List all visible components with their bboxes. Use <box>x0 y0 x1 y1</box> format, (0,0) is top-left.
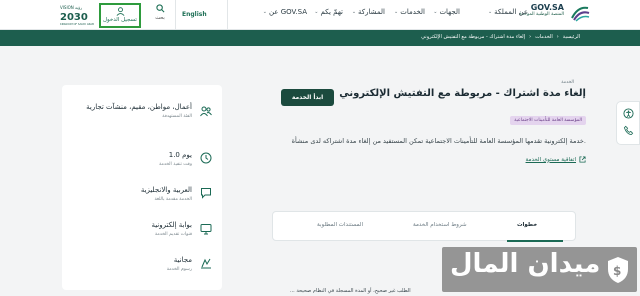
language-switch[interactable]: English <box>182 11 207 18</box>
svg-text:VISION رؤية: VISION رؤية <box>60 5 82 10</box>
language-label: الخدمة مقدمة باللغة <box>154 197 192 202</box>
duration-info: 1.0 يوم وقت تنفيذ الخدمة <box>82 150 192 167</box>
top-header: GOV.SA المنصة الوطنية الموحدة ⌄ عن الممل… <box>0 0 640 30</box>
target-audience-info: أعمال، مواطن، مقيم، منشآت تجارية الفئة ا… <box>82 102 192 119</box>
tab-documents[interactable]: المستندات المطلوبة <box>317 222 363 228</box>
breadcrumb-separator: ‹ <box>556 34 559 40</box>
duration-label: وقت تنفيذ الخدمة <box>159 162 192 167</box>
agency-tag[interactable]: المؤسسة العامة للتأمينات الاجتماعية <box>510 116 586 125</box>
users-icon <box>200 106 212 117</box>
svg-text:2030: 2030 <box>60 12 88 23</box>
search-icon <box>155 4 164 13</box>
gov-sa-logo-icon <box>571 6 590 22</box>
fee-icon <box>201 258 211 269</box>
steps-text-excerpt: ... الطلب غير صحيح، أو المدة المسجلة في … <box>290 288 411 294</box>
watermark-overlay: ميدان المال $ <box>442 247 637 292</box>
chevron-down-icon: ⌄ <box>351 9 357 15</box>
nav-about-kingdom[interactable]: ⌄ عن المملكة <box>488 8 528 16</box>
chevron-down-icon: ⌄ <box>262 9 267 15</box>
language-info: العربية والانجليزية الخدمة مقدمة باللغة <box>82 185 192 202</box>
login-button[interactable]: تسجيل الدخول <box>99 3 141 28</box>
target-audience-label: الفئة المستهدفة <box>162 114 192 119</box>
header-divider <box>175 0 176 30</box>
login-label: تسجيل الدخول <box>103 17 137 23</box>
tab-steps[interactable]: خطوات <box>517 222 537 228</box>
language-value: العربية والانجليزية <box>140 186 192 194</box>
vision-2030-logo: VISION رؤية 2030 KINGDOM OF SAUDI ARABIA <box>60 5 94 26</box>
breadcrumb-separator: ‹ <box>529 34 532 40</box>
page-title: إلغاء مدة اشتراك - مربوطة مع التفتيش الإ… <box>339 88 586 99</box>
external-link-icon <box>579 156 586 163</box>
svg-text:KINGDOM OF SAUDI ARABIA: KINGDOM OF SAUDI ARABIA <box>60 22 94 26</box>
chevron-down-icon: ⌄ <box>433 9 438 15</box>
channel-info: بوابة إلكترونية قنوات تقديم الخدمة <box>82 220 192 237</box>
nav-about-gov[interactable]: ⌄ عن GOV.SA <box>263 8 307 16</box>
channel-label: قنوات تقديم الخدمة <box>154 232 192 237</box>
breadcrumb-home[interactable]: الرئيسية <box>563 34 580 40</box>
user-icon <box>116 7 124 16</box>
nav-interest[interactable]: ⌄ تهمّ يكم <box>314 8 343 16</box>
breadcrumb-current: إلغاء مدة اشتراك - مربوطة مع التفتيش الإ… <box>421 34 526 40</box>
nav-entities[interactable]: ⌄ الجهات <box>433 8 460 16</box>
service-description: خدمة إلكترونية تقدمها المؤسسة العامة للت… <box>291 137 586 145</box>
tab-terms[interactable]: شروط استخدام الخدمة <box>413 222 467 228</box>
service-info-card: أعمال، مواطن، مقيم، منشآت تجارية الفئة ا… <box>62 85 222 290</box>
fee-info: مجانية رسوم الخدمة <box>82 255 192 272</box>
money-bag-icon: $ <box>608 257 628 283</box>
chevron-down-icon: ⌄ <box>314 9 319 15</box>
nav-participation[interactable]: ⌄ المشاركة <box>352 8 385 16</box>
service-tabs: خطوات شروط استخدام الخدمة المستندات المط… <box>272 211 576 242</box>
header-divider <box>227 0 228 30</box>
fee-value: مجانية <box>173 256 192 264</box>
breadcrumb-services[interactable]: الخدمات <box>535 34 553 40</box>
nav-services[interactable]: ⌄ الخدمات <box>394 8 425 16</box>
chevron-down-icon: ⌄ <box>487 9 493 15</box>
search-button[interactable]: بحث <box>150 4 170 21</box>
clock-icon <box>200 152 212 164</box>
accessibility-icon[interactable] <box>622 108 634 119</box>
monitor-icon <box>200 224 212 235</box>
breadcrumb: الرئيسية ‹ الخدمات ‹ إلغاء مدة اشتراك - … <box>0 30 640 46</box>
chevron-down-icon: ⌄ <box>394 9 399 15</box>
channel-value: بوابة إلكترونية <box>151 221 192 229</box>
search-label: بحث <box>155 15 165 21</box>
sla-link[interactable]: اتفاقية مستوى الخدمة <box>526 156 586 163</box>
service-kind-label: الخدمة <box>561 80 574 85</box>
phone-icon[interactable] <box>623 125 634 136</box>
chat-icon <box>201 188 211 199</box>
floating-tools <box>616 101 640 145</box>
svg-text:$: $ <box>613 264 621 278</box>
watermark-text: ميدان المال <box>450 249 601 279</box>
fee-label: رسوم الخدمة <box>166 267 192 272</box>
active-tab-indicator <box>507 240 563 242</box>
start-service-button[interactable]: ابدأ الخدمة <box>281 89 334 106</box>
target-audience-value: أعمال، مواطن، مقيم، منشآت تجارية <box>86 103 192 111</box>
duration-value: 1.0 يوم <box>168 151 192 159</box>
